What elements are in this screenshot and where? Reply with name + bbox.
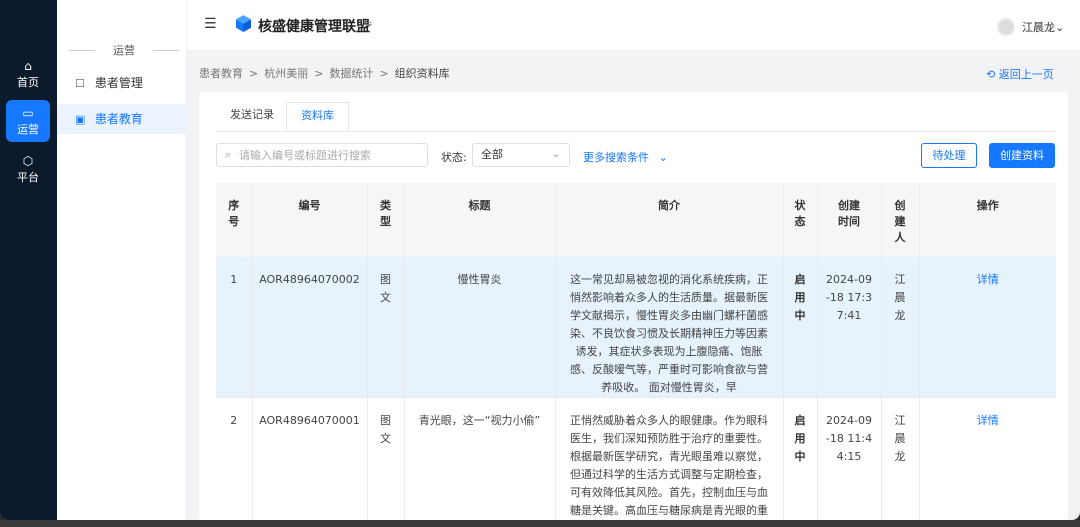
cell-title: 青光眼，这一“视力小偷” xyxy=(404,397,556,520)
cell-status: 启用中 xyxy=(783,257,818,398)
cell-index: 1 xyxy=(216,257,253,398)
breadcrumb-separator: > xyxy=(249,67,259,80)
chevron-down-icon: ⌄ xyxy=(1055,21,1065,34)
column-header: 状态 xyxy=(783,183,818,257)
rail-item-label: 运营 xyxy=(17,123,39,136)
cell-code: AOR48964070001 xyxy=(252,397,368,520)
rail-item-label: 平台 xyxy=(17,171,39,184)
create-material-button[interactable]: 创建资料 xyxy=(989,143,1055,168)
cell-created-time: 2024-09-18 17:37:41 xyxy=(817,257,882,398)
chevron-down-icon: ⌄ xyxy=(551,149,560,160)
top-header: ☰ 核盛健康管理联盟 ⇋ 江晨龙⌄ xyxy=(187,0,1080,50)
table-header-row: 序号 编号 类型 标题 简介 状态 创建时间 创建人 操作 xyxy=(216,183,1056,257)
cell-intro: 正悄然威胁着众多人的眼健康。作为眼科医生，我们深知预防胜于治疗的重要性。根据最新… xyxy=(555,397,784,520)
breadcrumb-item[interactable]: 杭州美丽 xyxy=(264,67,308,80)
tab-send-records[interactable]: 发送记录 xyxy=(216,102,288,132)
brand-title: 核盛健康管理联盟 xyxy=(258,19,370,35)
cell-index: 2 xyxy=(216,397,253,520)
table-row[interactable]: 1 AOR48964070002 图文 慢性胃炎 这一常见却易被忽视的消化系统疾… xyxy=(216,257,1056,398)
status-select-value: 全部 xyxy=(481,148,503,161)
menu-toggle-icon[interactable]: ☰ xyxy=(204,16,217,32)
search-input[interactable] xyxy=(239,147,419,163)
cube-logo-icon xyxy=(236,15,251,32)
cell-type: 图文 xyxy=(367,257,405,398)
cell-status: 启用中 xyxy=(783,397,818,520)
back-link[interactable]: ⟲ 返回上一页 xyxy=(986,66,1054,82)
status-filter-label: 状态: xyxy=(441,151,467,164)
more-filters-label: 更多搜索条件 xyxy=(583,151,649,164)
column-header: 序号 xyxy=(216,183,253,257)
detail-link[interactable]: 详情 xyxy=(919,257,1056,398)
detail-link[interactable]: 详情 xyxy=(919,397,1056,520)
pending-button[interactable]: 待处理 xyxy=(921,143,977,168)
breadcrumb-separator: > xyxy=(314,67,324,80)
cell-intro: 这一常见却易被忽视的消化系统疾病，正悄然影响着众多人的生活质量。据最新医学文献揭… xyxy=(555,257,784,398)
tab-library[interactable]: 资料库 xyxy=(286,102,349,132)
cell-code: AOR48964070002 xyxy=(252,257,368,398)
breadcrumb-separator: > xyxy=(379,67,389,80)
cube-icon: ⬡ xyxy=(22,154,34,168)
menu-group-title: 运营 xyxy=(69,42,179,58)
content-card: 发送记录 资料库 ⌕ 状态: 全部 ⌄ 更多搜索条件 ⌄ 待处理 创建资料 序号 xyxy=(199,92,1068,520)
breadcrumb-current: 组织资料库 xyxy=(394,67,450,80)
cell-title: 慢性胃炎 xyxy=(404,257,556,398)
search-icon: ⌕ xyxy=(225,148,232,161)
cell-type: 图文 xyxy=(367,397,405,520)
menu-item-patient-management[interactable]: ☐ 患者管理 xyxy=(57,68,187,98)
materials-table: 序号 编号 类型 标题 简介 状态 创建时间 创建人 操作 1 AOR48964… xyxy=(216,183,1056,520)
rail-item-platform[interactable]: ⬡ 平台 xyxy=(6,148,50,190)
cell-creator: 江晨龙 xyxy=(881,397,920,520)
breadcrumb-item[interactable]: 患者教育 xyxy=(199,67,243,80)
monitor-icon: ▭ xyxy=(22,106,34,120)
app-window: ⌂ 首页 ▭ 运营 ⬡ 平台 运营 ☐ 患者管理 ▣ 患者教育 ☰ 核盛健康管理… xyxy=(0,0,1080,520)
breadcrumb-item[interactable]: 数据统计 xyxy=(329,67,373,80)
avatar[interactable] xyxy=(997,18,1015,36)
primary-nav-rail: ⌂ 首页 ▭ 运营 ⬡ 平台 xyxy=(0,0,57,520)
column-header: 操作 xyxy=(976,199,999,212)
column-header: 创建人 xyxy=(881,183,920,257)
more-filters-toggle[interactable]: 更多搜索条件 ⌄ xyxy=(583,149,668,165)
menu-item-label: 患者管理 xyxy=(94,76,143,90)
column-header: 创建时间 xyxy=(817,183,882,257)
cell-creator: 江晨龙 xyxy=(881,257,920,398)
user-menu[interactable]: 江晨龙⌄ xyxy=(1022,19,1064,35)
education-icon: ▣ xyxy=(75,113,86,126)
column-header: 标题 xyxy=(404,183,556,257)
search-box: ⌕ xyxy=(216,143,428,167)
patient-icon: ☐ xyxy=(75,77,85,90)
tab-divider xyxy=(216,131,1056,132)
rail-item-home[interactable]: ⌂ 首页 xyxy=(6,53,50,95)
menu-item-patient-education[interactable]: ▣ 患者教育 xyxy=(57,104,187,134)
rail-item-operations[interactable]: ▭ 运营 xyxy=(6,100,50,142)
switch-org-icon[interactable]: ⇋ xyxy=(363,17,372,30)
menu-item-label: 患者教育 xyxy=(94,112,143,126)
status-select[interactable]: 全部 ⌄ xyxy=(472,143,570,167)
table-row[interactable]: 2 AOR48964070001 图文 青光眼，这一“视力小偷” 正悄然威胁着众… xyxy=(216,397,1056,520)
chevron-down-icon: ⌄ xyxy=(658,151,668,164)
home-icon: ⌂ xyxy=(24,59,32,73)
column-header: 类型 xyxy=(367,183,405,257)
column-header: 编号 xyxy=(252,183,368,257)
cell-created-time: 2024-09-18 11:44:15 xyxy=(817,397,882,520)
breadcrumb: 患者教育 > 杭州美丽 > 数据统计 > 组织资料库 xyxy=(199,65,450,81)
secondary-menu: 运营 ☐ 患者管理 ▣ 患者教育 xyxy=(57,0,187,520)
username: 江晨龙 xyxy=(1022,21,1055,34)
column-header: 简介 xyxy=(555,183,784,257)
window-bottom-edge xyxy=(0,520,1080,527)
rail-item-label: 首页 xyxy=(17,76,39,89)
